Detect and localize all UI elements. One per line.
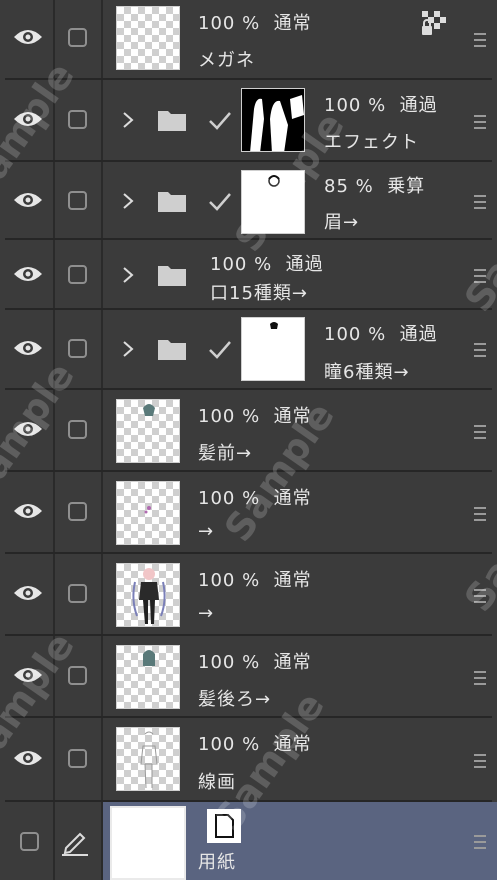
layer-name: → (198, 603, 215, 624)
eye-icon[interactable] (13, 109, 43, 129)
layer-checkbox[interactable] (68, 584, 87, 603)
layer-name: 瞳6種類→ (324, 362, 410, 383)
drag-handle-icon[interactable] (474, 589, 486, 603)
layer-row[interactable]: 100 % 通過 瞳6種類→ (0, 310, 497, 390)
layer-checkbox[interactable] (68, 502, 87, 521)
layer-thumbnail (116, 727, 180, 791)
layer-row[interactable]: 100 % 通過 口15種類→ (0, 240, 497, 310)
layer-row[interactable]: 100 % 通常 髪前→ (0, 390, 497, 472)
drag-handle-icon[interactable] (474, 671, 486, 685)
layer-name: 髪後ろ→ (198, 689, 272, 710)
layer-thumbnail (116, 399, 180, 463)
layer-thumbnail (241, 317, 305, 381)
drag-handle-icon[interactable] (474, 425, 486, 439)
chevron-right-icon[interactable] (121, 266, 135, 284)
folder-icon (158, 192, 186, 212)
layer-opacity-blend: 100 % 通常 (198, 488, 312, 509)
paper-icon (207, 809, 241, 843)
layer-name: 口15種類→ (210, 283, 308, 304)
clipping-check-icon (209, 341, 231, 359)
clipping-check-icon (209, 112, 231, 130)
chevron-right-icon[interactable] (121, 340, 135, 358)
folder-icon (158, 340, 186, 360)
drag-handle-icon[interactable] (474, 269, 486, 283)
eye-icon[interactable] (13, 264, 43, 284)
layer-checkbox[interactable] (68, 191, 87, 210)
eye-icon[interactable] (13, 419, 43, 439)
layer-checkbox[interactable] (68, 666, 87, 685)
chevron-right-icon[interactable] (121, 192, 135, 210)
layer-thumbnail (116, 6, 180, 70)
layer-opacity-blend: 100 % 通過 (324, 324, 438, 345)
layer-checkbox[interactable] (68, 110, 87, 129)
layer-thumbnail (116, 563, 180, 627)
layer-thumbnail (116, 645, 180, 709)
eye-icon[interactable] (13, 665, 43, 685)
layer-row[interactable]: 100 % 通過 エフェクト (0, 80, 497, 162)
drag-handle-icon[interactable] (474, 343, 486, 357)
drag-handle-icon[interactable] (474, 835, 486, 849)
drag-handle-icon[interactable] (474, 115, 486, 129)
layer-row[interactable]: 100 % 通常 髪後ろ→ (0, 636, 497, 718)
layer-checkbox[interactable] (68, 749, 87, 768)
folder-icon (158, 266, 186, 286)
layer-checkbox[interactable] (68, 339, 87, 358)
layer-opacity-blend: 100 % 通常 (198, 13, 312, 34)
eye-icon[interactable] (13, 27, 43, 47)
layer-thumbnail (241, 170, 305, 234)
layer-row[interactable]: 100 % 通常 → (0, 554, 497, 636)
layer-name: メガネ (198, 50, 255, 71)
layer-checkbox[interactable] (20, 832, 39, 851)
paper-layer-row[interactable]: 用紙 (0, 802, 497, 880)
layer-row[interactable]: 100 % 通常 メガネ (0, 0, 497, 80)
layer-name: 髪前→ (198, 443, 253, 464)
layer-opacity-blend: 100 % 通常 (198, 734, 312, 755)
chevron-right-icon[interactable] (121, 111, 135, 129)
drag-handle-icon[interactable] (474, 507, 486, 521)
eye-icon[interactable] (13, 338, 43, 358)
layer-opacity-blend: 100 % 通常 (198, 406, 312, 427)
layer-thumbnail (116, 481, 180, 545)
eye-icon[interactable] (13, 501, 43, 521)
pen-edit-icon[interactable] (60, 828, 90, 856)
lock-transparency-icon (422, 11, 446, 35)
layer-name: 眉→ (324, 212, 360, 233)
folder-icon (158, 111, 186, 131)
layer-opacity-blend: 100 % 通常 (198, 652, 312, 673)
eye-icon[interactable] (13, 190, 43, 210)
layer-row[interactable]: 100 % 通常 線画 (0, 718, 497, 802)
layer-thumbnail (110, 806, 186, 880)
clipping-check-icon (209, 193, 231, 211)
layer-name: 線画 (198, 772, 236, 793)
layer-checkbox[interactable] (68, 28, 87, 47)
eye-icon[interactable] (13, 748, 43, 768)
layer-name: → (198, 521, 215, 542)
layer-opacity-blend: 100 % 通常 (198, 570, 312, 591)
layer-row[interactable]: 85 % 乗算 眉→ (0, 162, 497, 240)
eye-icon[interactable] (13, 583, 43, 603)
drag-handle-icon[interactable] (474, 195, 486, 209)
layer-opacity-blend: 100 % 通過 (324, 95, 438, 116)
layer-opacity-blend: 85 % 乗算 (324, 176, 426, 197)
layer-checkbox[interactable] (68, 265, 87, 284)
layer-opacity-blend: 100 % 通過 (210, 254, 324, 275)
layer-thumbnail (241, 88, 305, 152)
layer-name: 用紙 (198, 852, 236, 873)
layer-row[interactable]: 100 % 通常 → (0, 472, 497, 554)
drag-handle-icon[interactable] (474, 33, 486, 47)
layer-checkbox[interactable] (68, 420, 87, 439)
drag-handle-icon[interactable] (474, 754, 486, 768)
layer-name: エフェクト (324, 132, 419, 153)
